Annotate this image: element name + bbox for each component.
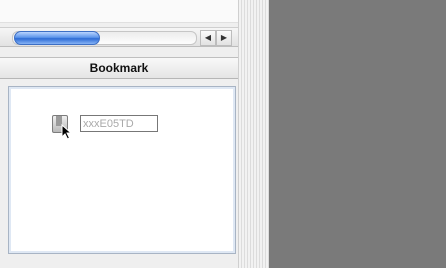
scroll-thumb[interactable]	[14, 31, 100, 45]
bookmark-list[interactable]: xxxE05TD	[8, 86, 236, 254]
mouse-pointer-icon	[61, 124, 73, 140]
bookmark-panel: ◀ ▶ Bookmark xxxE05TD	[0, 0, 269, 268]
bookmark-name-field[interactable]: xxxE05TD	[80, 115, 158, 132]
horizontal-scrollbar[interactable]: ◀ ▶	[0, 27, 238, 47]
scroll-right-arrow-icon[interactable]: ▶	[216, 30, 232, 46]
panel-divider[interactable]	[238, 0, 269, 268]
scroll-left-arrow-icon[interactable]: ◀	[200, 30, 216, 46]
top-content-area	[0, 0, 239, 23]
bookmark-header-title: Bookmark	[89, 61, 149, 75]
bookmark-header: Bookmark	[0, 57, 268, 79]
